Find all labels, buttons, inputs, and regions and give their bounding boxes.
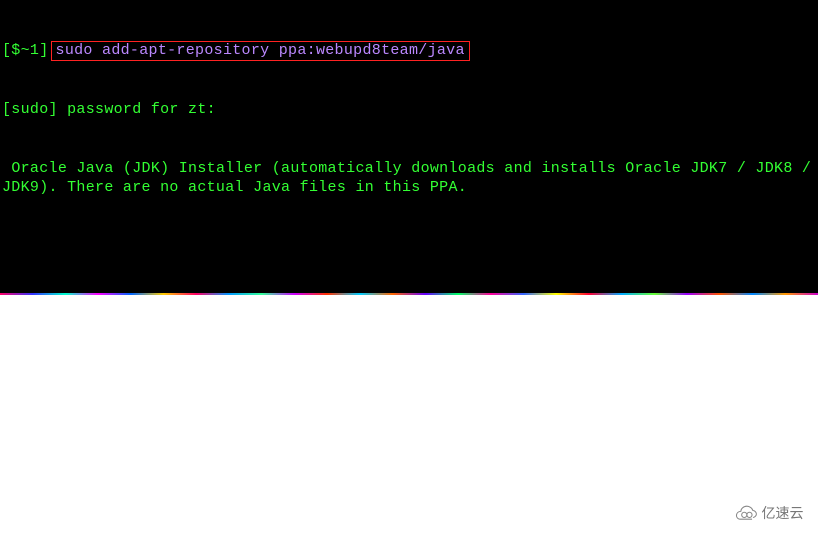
terminal-window[interactable]: [$~1] sudo add-apt-repository ppa:webupd… [0, 0, 818, 295]
shell-prompt: [$~1] [0, 41, 49, 61]
terminal-output-line [0, 237, 818, 257]
watermark-text: 亿速云 [762, 504, 804, 524]
cloud-icon [733, 505, 759, 523]
terminal-output-line: Oracle Java (JDK) Installer (automatical… [0, 159, 818, 198]
terminal-output-line: [sudo] password for zt: [0, 100, 818, 120]
prompt-line: [$~1] sudo add-apt-repository ppa:webupd… [0, 41, 818, 61]
decorative-border [0, 293, 818, 295]
watermark: 亿速云 [718, 491, 818, 536]
highlighted-command: sudo add-apt-repository ppa:webupd8team/… [51, 41, 470, 61]
